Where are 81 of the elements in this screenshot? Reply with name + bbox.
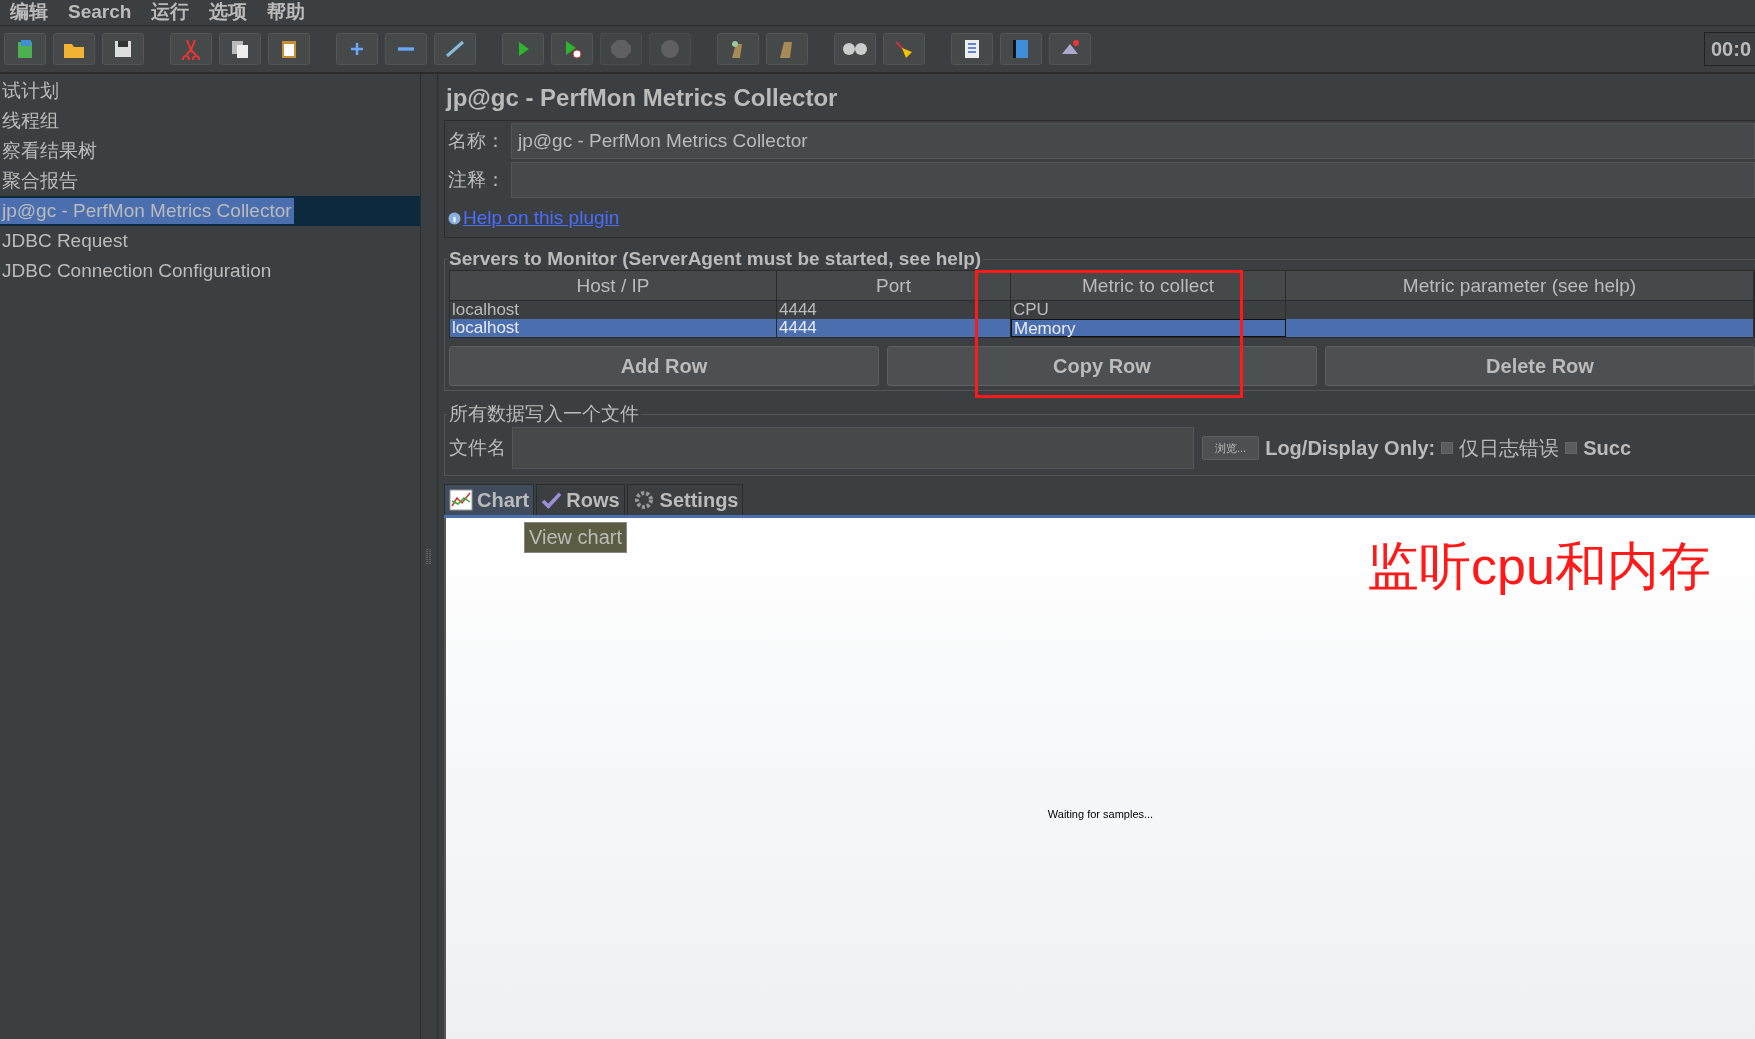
tree-row[interactable]: 聚合报告 [0,166,420,196]
play-no-pause-button[interactable] [551,33,593,65]
row-action-button[interactable]: Copy Row [887,346,1317,386]
tooltip: View chart [524,522,627,553]
log-display-label: Log/Display Only: [1265,436,1436,460]
play-button[interactable] [502,33,544,65]
tree-row[interactable]: JDBC Request [0,226,420,256]
checkbox-label: Succ [1583,436,1631,460]
template-button[interactable] [4,33,46,65]
binoculars-button[interactable] [834,33,876,65]
toggle-button[interactable] [434,33,476,65]
menu-item[interactable]: 运行 [151,3,190,21]
info-icon [448,211,461,225]
tree-item-label: JDBC Connection Configuration [1,259,273,283]
chart-message: Waiting for samples... [1047,807,1154,820]
tree-item-label: JDBC Request [1,229,129,253]
checkbox-label: 仅日志错误 [1459,435,1560,461]
shutdown-icon [658,38,682,60]
menu-item[interactable]: 选项 [209,3,248,21]
column-header[interactable]: Port [777,271,1011,301]
column-header[interactable]: Metric to collect [1011,271,1286,301]
column-header[interactable]: Metric parameter (see help) [1286,271,1754,301]
clear-button[interactable] [717,33,759,65]
tree-item-label: jp@gc - PerfMon Metrics Collector [0,198,294,224]
filename-label: 文件名 [449,436,506,460]
binoculars-icon [843,43,867,55]
save-button[interactable] [102,33,144,65]
tree-row[interactable]: 线程组 [0,106,420,136]
tree-item-label: 聚合报告 [1,169,79,193]
menu-item[interactable]: 帮助 [267,3,306,21]
table-cell[interactable]: 4444 [777,319,1011,337]
column-header[interactable]: Host / IP [450,271,777,301]
checkbox[interactable] [1565,442,1578,454]
plus-button[interactable] [336,33,378,65]
tree-item-label: 线程组 [1,109,60,133]
table-cell[interactable]: Memory [1011,319,1286,337]
tree-row[interactable]: 试计划 [0,76,420,106]
check-icon [541,491,563,509]
table-cell[interactable]: 4444 [777,301,1011,319]
broom-button[interactable] [883,33,925,65]
minus-icon [398,47,414,51]
tree-item-label: 察看结果树 [1,139,98,163]
tab[interactable]: Chart [444,484,535,515]
table-cell[interactable]: localhost [450,319,777,337]
scissors-button[interactable] [170,33,212,65]
tab[interactable]: Settings [626,484,744,515]
table-cell[interactable]: localhost [450,301,777,319]
menu-item[interactable]: 编辑 [10,3,48,21]
tree-row[interactable]: JDBC Connection Configuration [0,256,420,286]
clipboard-button[interactable] [268,33,310,65]
group-title: Servers to Monitor (ServerAgent must be started, see help) [448,248,983,270]
help-button[interactable] [1000,33,1042,65]
comment-field[interactable] [511,162,1755,198]
row-action-button[interactable]: Delete Row [1325,346,1755,386]
stop-icon [609,38,633,60]
tree-row[interactable]: 察看结果树 [0,136,420,166]
elapsed-time: 00:0 [1703,32,1755,66]
browse-button[interactable]: 浏览... [1202,436,1260,460]
table-cell[interactable] [1286,319,1754,337]
checkbox[interactable] [1441,442,1454,454]
grip-icon [426,546,432,567]
list-button[interactable] [951,33,993,65]
line-chart-icon [449,489,473,511]
row-action-button[interactable]: Add Row [449,346,879,386]
open-button[interactable] [53,33,95,65]
panel-title: jp@gc - PerfMon Metrics Collector [444,83,839,113]
minus-button[interactable] [385,33,427,65]
clear-all-button[interactable] [766,33,808,65]
annotation-text: 监听cpu和内存 [1367,536,1711,597]
name-field[interactable]: jp@gc - PerfMon Metrics Collector [511,123,1755,159]
tab[interactable]: Rows [536,484,625,515]
scissors-icon [179,38,203,60]
tree-item-label: 试计划 [1,79,60,103]
comment-label: 注释： [448,168,505,192]
menu-item[interactable]: Search [68,3,132,21]
name-label: 名称： [448,129,505,153]
filename-field[interactable] [512,427,1194,469]
group-title: 所有数据写入一个文件 [448,402,640,426]
copy-button[interactable] [219,33,261,65]
remote-button[interactable] [1049,33,1091,65]
table-cell[interactable]: CPU [1011,301,1286,319]
